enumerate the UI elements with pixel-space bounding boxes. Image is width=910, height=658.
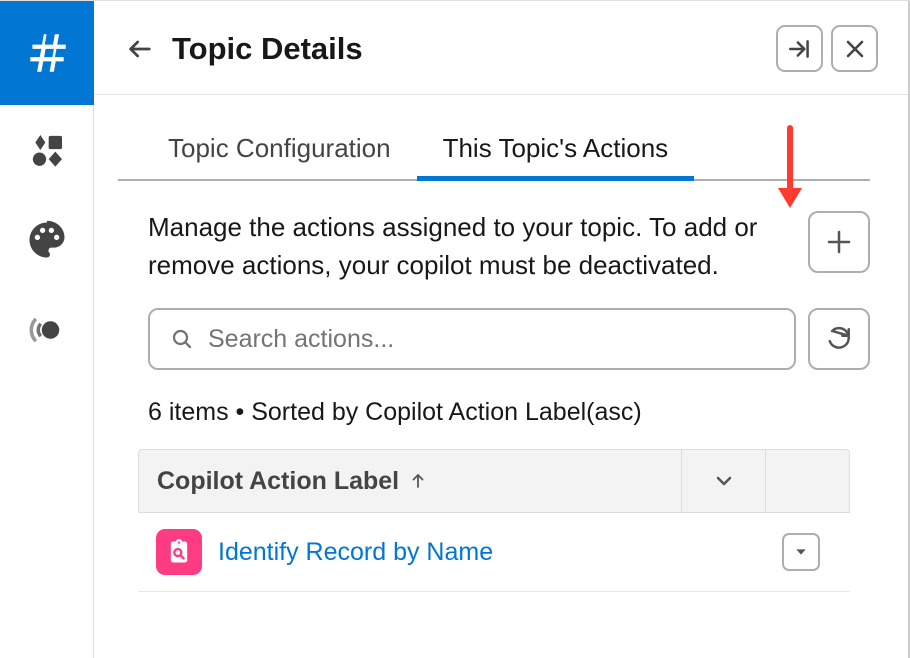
search-icon bbox=[170, 327, 194, 351]
components-icon bbox=[27, 130, 67, 170]
list-status: 6 items • Sorted by Copilot Action Label… bbox=[148, 398, 870, 427]
search-field[interactable] bbox=[148, 308, 796, 370]
sidebar-item-palette[interactable] bbox=[0, 195, 94, 285]
column-menu-button[interactable] bbox=[681, 450, 765, 512]
actions-table: Copilot Action Label bbox=[138, 449, 850, 592]
palette-icon bbox=[26, 219, 68, 261]
main-panel: Topic Details Topic Conf bbox=[94, 1, 910, 658]
refresh-button[interactable] bbox=[808, 308, 870, 370]
tab-content: Manage the actions assigned to your topi… bbox=[94, 181, 908, 592]
sidebar-item-satellite[interactable] bbox=[0, 285, 94, 375]
plus-icon bbox=[824, 227, 854, 257]
action-link[interactable]: Identify Record by Name bbox=[218, 538, 766, 567]
sidebar-item-components[interactable] bbox=[0, 105, 94, 195]
close-button[interactable] bbox=[831, 25, 878, 72]
hash-icon bbox=[22, 28, 72, 78]
table-row: Identify Record by Name bbox=[138, 513, 850, 592]
tab-topic-configuration[interactable]: Topic Configuration bbox=[142, 119, 417, 179]
chevron-down-icon bbox=[712, 469, 736, 493]
panel-header: Topic Details bbox=[94, 1, 908, 95]
column-header-text: Copilot Action Label bbox=[157, 467, 399, 496]
table-header: Copilot Action Label bbox=[138, 449, 850, 513]
back-button[interactable] bbox=[124, 33, 156, 65]
satellite-icon bbox=[26, 309, 68, 351]
page-title: Topic Details bbox=[172, 31, 760, 67]
tabs: Topic Configuration This Topic's Actions bbox=[118, 119, 870, 181]
sort-asc-icon bbox=[409, 472, 427, 490]
close-icon bbox=[843, 37, 867, 61]
column-header-actions bbox=[765, 450, 849, 512]
tab-topic-actions[interactable]: This Topic's Actions bbox=[417, 119, 695, 179]
caret-down-icon bbox=[793, 544, 809, 560]
dock-button[interactable] bbox=[776, 25, 823, 72]
arrow-left-icon bbox=[126, 35, 154, 63]
clipboard-search-icon bbox=[165, 538, 193, 566]
row-menu-button[interactable] bbox=[782, 533, 820, 571]
action-icon bbox=[156, 529, 202, 575]
dock-right-icon bbox=[787, 36, 813, 62]
refresh-icon bbox=[826, 326, 852, 352]
app-sidebar bbox=[0, 1, 94, 658]
search-input[interactable] bbox=[208, 325, 774, 354]
column-header-label[interactable]: Copilot Action Label bbox=[139, 467, 681, 496]
add-action-button[interactable] bbox=[808, 211, 870, 273]
app-logo[interactable] bbox=[0, 1, 94, 105]
content-description: Manage the actions assigned to your topi… bbox=[148, 209, 790, 284]
